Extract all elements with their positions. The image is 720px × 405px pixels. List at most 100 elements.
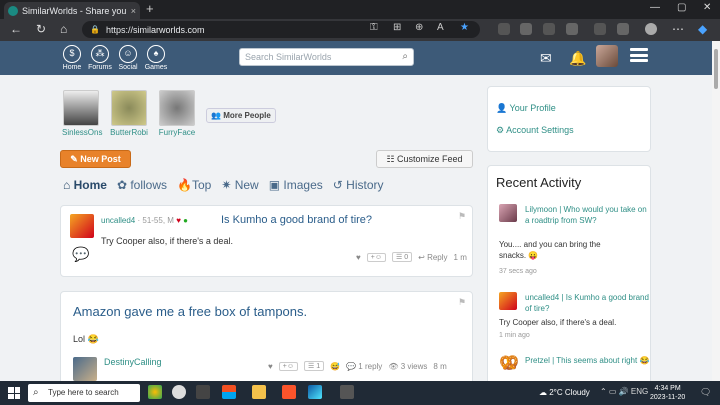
notifications-icon[interactable]: 🗨 — [700, 387, 711, 398]
flag-icon[interactable]: ⚑ — [458, 297, 466, 308]
games-icon: ♠ — [147, 45, 165, 63]
home-icon[interactable]: ⌂ — [60, 22, 67, 36]
tab-label: Images — [283, 178, 323, 192]
activity-avatar[interactable] — [499, 292, 517, 310]
scrollbar-thumb[interactable] — [714, 49, 718, 89]
minimize-button[interactable]: — — [650, 2, 660, 13]
search-icon[interactable]: ⌕ — [402, 49, 408, 65]
task-view-icon[interactable] — [196, 385, 210, 399]
zoom-icon[interactable]: ⊕ — [415, 22, 423, 33]
post-author-avatar[interactable] — [70, 214, 94, 238]
taskbar-search-input[interactable]: ⌕ Type here to search — [28, 384, 140, 402]
close-window-button[interactable]: ✕ — [703, 2, 711, 13]
split-screen-icon[interactable] — [543, 23, 555, 35]
favorite-star-icon[interactable]: ★ — [460, 22, 469, 33]
tab-close-icon[interactable]: × — [131, 6, 136, 16]
system-tray[interactable]: ⌃ ▭ 🔊 ENG — [600, 387, 648, 396]
replies-count[interactable]: 💬 1 reply — [346, 362, 382, 371]
edge-browser-icon[interactable] — [308, 385, 322, 399]
activity-headline[interactable]: Lilymoon | Who would you take on a roadt… — [525, 204, 651, 226]
read-aloud-icon[interactable]: A — [437, 22, 444, 33]
customize-feed-button[interactable]: ☷ Customize Feed — [376, 150, 473, 168]
post-meta: uncalled4 · 51-55, M ♥ ● — [101, 216, 188, 225]
new-post-button[interactable]: ✎ New Post — [60, 150, 131, 168]
post-author[interactable]: uncalled4 — [101, 216, 135, 225]
more-menu-icon[interactable]: ⋯ — [672, 22, 684, 36]
post-title[interactable]: Amazon gave me a free box of tampons. — [73, 304, 307, 319]
person-card[interactable]: SinlessOns — [62, 90, 102, 137]
activity-item[interactable]: uncalled4 | Is Kumho a good brand of tir… — [499, 292, 649, 342]
nav-games[interactable]: ♠ Games — [141, 45, 171, 71]
app-icon[interactable] — [172, 385, 186, 399]
account-settings-link[interactable]: ⚙ Account Settings — [496, 125, 574, 136]
profile-avatar-icon[interactable] — [645, 23, 657, 35]
commenter-name[interactable]: DestinyCalling — [104, 357, 162, 367]
mail-icon[interactable]: ✉ — [540, 50, 552, 67]
your-profile-link[interactable]: 👤 Your Profile — [496, 103, 556, 114]
back-arrow-icon[interactable]: ← — [10, 22, 22, 36]
app-icon[interactable]: ⊞ — [393, 22, 401, 33]
activity-avatar[interactable] — [499, 204, 517, 222]
flag-icon[interactable]: ⚑ — [458, 211, 466, 222]
user-avatar[interactable] — [596, 45, 618, 67]
commenter-avatar[interactable] — [73, 357, 97, 381]
list-count[interactable]: ☰ 0 — [392, 252, 413, 262]
activity-headline[interactable]: uncalled4 | Is Kumho a good brand of tir… — [525, 292, 651, 314]
scrollbar[interactable] — [712, 41, 720, 381]
windows-start-icon[interactable] — [8, 387, 20, 399]
person-name: ButterRobi — [110, 128, 148, 137]
nav-social[interactable]: ☺ Social — [113, 45, 143, 71]
comment-bubble-icon[interactable]: 💬 — [72, 246, 89, 263]
taskbar-app-icon[interactable] — [340, 385, 354, 399]
activity-headline[interactable]: Pretzel | This seems about right 😂 — [525, 355, 651, 366]
notifications-bell-icon[interactable]: 🔔 — [569, 50, 586, 67]
post-title[interactable]: Is Kumho a good brand of tire? — [221, 214, 372, 226]
collections-icon[interactable] — [617, 23, 629, 35]
microsoft-store-icon[interactable] — [222, 385, 236, 399]
person-card[interactable]: ButterRobi — [110, 90, 148, 137]
file-explorer-icon[interactable] — [252, 385, 266, 399]
tab-home[interactable]: ⌂ Home — [63, 178, 107, 196]
nav-home[interactable]: $ Home — [57, 45, 87, 71]
activity-user[interactable]: uncalled4 — [525, 293, 559, 302]
more-people-button[interactable]: 👥 More People — [206, 108, 276, 123]
pretzel-avatar-icon[interactable]: 🥨 — [499, 355, 519, 373]
extension-icon[interactable] — [520, 23, 532, 35]
tab-history[interactable]: ↺ History — [333, 178, 384, 196]
brave-browser-icon[interactable] — [282, 385, 296, 399]
nav-forums[interactable]: ⁂ Forums — [85, 45, 115, 71]
activity-item[interactable]: Lilymoon | Who would you take on a roadt… — [499, 204, 649, 276]
browser-tab[interactable]: SimilarWorlds - Share your Expe × — [4, 2, 140, 19]
like-heart-icon[interactable]: ♥ — [356, 253, 361, 262]
tab-images[interactable]: ▣ Images — [269, 178, 323, 196]
reply-button[interactable]: ↩ Reply — [418, 253, 447, 262]
menu-hamburger-icon[interactable] — [630, 48, 648, 62]
social-icon: ☺ — [119, 45, 137, 63]
extension-icon[interactable] — [498, 23, 510, 35]
weather-widget[interactable]: ☁ 2°C Cloudy — [539, 388, 590, 397]
edge-copilot-icon[interactable]: ◆ — [698, 22, 707, 36]
tab-follows[interactable]: ✿ follows — [117, 178, 167, 196]
reaction-emoji-icon: 😅 — [330, 361, 341, 371]
maximize-button[interactable]: ▢ — [677, 2, 686, 13]
history-icon[interactable] — [594, 23, 606, 35]
reaction-button[interactable]: +☺ — [366, 252, 386, 262]
reload-icon[interactable]: ↻ — [36, 22, 46, 36]
taskbar-clock[interactable]: 4:34 PM 2023-11-20 — [650, 384, 685, 402]
key-icon[interactable]: ⚿ — [370, 22, 378, 33]
reaction-button[interactable]: +☺ — [278, 361, 298, 371]
activity-user[interactable]: Lilymoon — [525, 205, 557, 214]
activity-text[interactable]: This seems about right — [556, 356, 637, 365]
widgets-icon[interactable] — [148, 385, 162, 399]
activity-user[interactable]: Pretzel — [525, 356, 550, 365]
tab-top[interactable]: 🔥Top — [177, 178, 211, 196]
person-card[interactable]: FurryFace — [158, 90, 196, 137]
tab-new[interactable]: ✷ New — [221, 178, 258, 196]
like-heart-icon[interactable]: ♥ — [268, 362, 273, 371]
new-tab-button[interactable]: + — [146, 1, 154, 16]
site-search-input[interactable]: Search SimilarWorlds ⌕ — [239, 48, 414, 66]
language-indicator[interactable]: ENG — [631, 387, 648, 396]
favorites-icon[interactable] — [566, 23, 578, 35]
list-count[interactable]: ☰ 1 — [304, 361, 325, 371]
activity-item[interactable]: 🥨 Pretzel | This seems about right 😂 — [499, 355, 649, 381]
